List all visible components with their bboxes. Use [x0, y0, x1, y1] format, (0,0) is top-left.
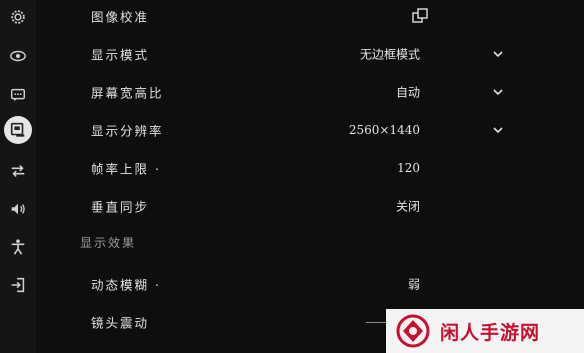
settings-row-motion-blur[interactable]: 动态模糊 · 弱: [36, 265, 584, 303]
settings-row-frame-limit[interactable]: 帧率上限 · 120: [36, 149, 584, 187]
chat-icon[interactable]: [4, 81, 32, 109]
watermark-brand-text: 闲人手游网: [440, 321, 541, 344]
watermark-logo-icon: [396, 314, 430, 348]
login-icon[interactable]: [4, 271, 32, 299]
row-label: 动态模糊 ·: [91, 277, 161, 293]
row-label: 屏幕宽高比: [91, 85, 164, 101]
settings-sidebar: [0, 0, 36, 353]
chevron-down-icon[interactable]: [492, 48, 504, 60]
row-label: 帧率上限 ·: [91, 161, 161, 177]
eye-icon[interactable]: [4, 42, 32, 70]
row-label: 显示分辨率: [91, 123, 164, 139]
settings-row-resolution[interactable]: 显示分辨率 2560×1440: [36, 111, 584, 149]
settings-row-vsync[interactable]: 垂直同步 关闭: [36, 187, 584, 225]
settings-row-display-mode[interactable]: 显示模式 无边框模式: [36, 35, 584, 73]
row-label: 镜头震动: [91, 315, 150, 331]
watermark-badge: 闲人手游网: [386, 309, 584, 353]
display-icon[interactable]: [4, 116, 32, 144]
accessibility-icon[interactable]: [4, 233, 32, 261]
row-label: 显示模式: [91, 47, 150, 63]
arrows-swap-icon[interactable]: [4, 157, 32, 185]
chevron-down-icon[interactable]: [492, 86, 504, 98]
external-link-icon[interactable]: [411, 7, 429, 25]
row-label: 垂直同步: [91, 199, 150, 215]
section-header: 显示效果: [80, 236, 137, 250]
settings-row-aspect-ratio[interactable]: 屏幕宽高比 自动: [36, 73, 584, 111]
settings-row-calibration[interactable]: 图像校准: [36, 0, 584, 35]
chevron-down-icon[interactable]: [492, 124, 504, 136]
settings-panel: 图像校准 显示模式 无边框模式 屏幕宽高比 自动 显示分辨率 2560×1440…: [36, 0, 584, 353]
speaker-icon[interactable]: [4, 195, 32, 223]
gear-icon[interactable]: [4, 3, 32, 31]
row-label: 图像校准: [91, 9, 150, 25]
